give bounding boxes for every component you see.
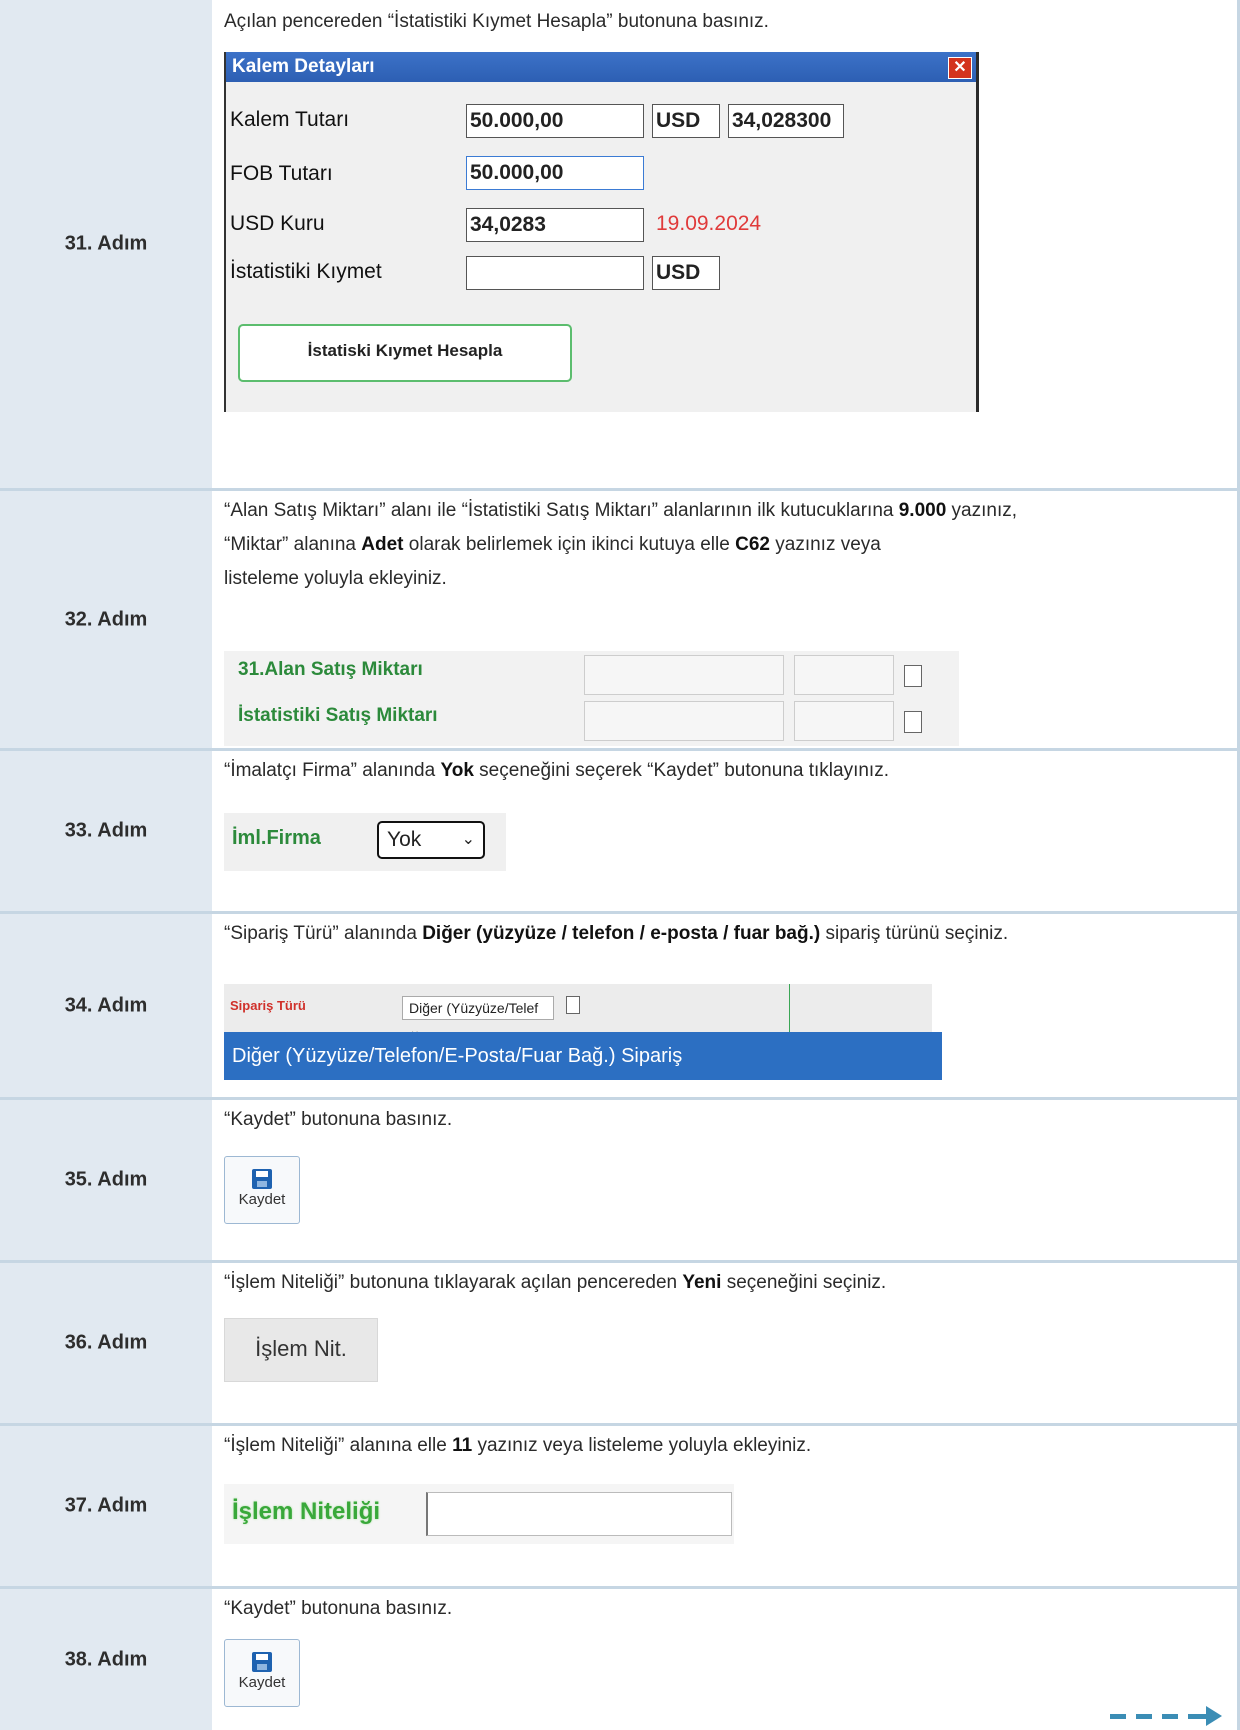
islem-niteligi-label: İşlem Niteliği [232, 1498, 381, 1525]
step-content: “Alan Satış Miktarı” alanı ile “İstatist… [214, 491, 1240, 748]
step-row-35: 35. Adım “Kaydet” butonuna basınız. Kayd… [0, 1100, 1240, 1263]
usd-date: 19.09.2024 [656, 212, 762, 235]
istatistiki-kiymet-label: İstatistiki Kıymet [230, 260, 382, 283]
step-label: 34. Adım [64, 994, 148, 1016]
step-label: 32. Adım [64, 608, 148, 630]
step-cell: 36. Adım [0, 1263, 212, 1423]
step-cell: 34. Adım [0, 914, 212, 1097]
document-icon[interactable] [904, 711, 922, 733]
fob-tutari-field[interactable]: 50.000,00 [466, 156, 644, 190]
step-cell: 33. Adım [0, 751, 212, 911]
step-label: 36. Adım [64, 1331, 148, 1354]
document-icon[interactable] [566, 996, 580, 1014]
instruction-text: “Sipariş Türü” alanında Diğer (yüzyüze /… [224, 923, 1009, 944]
alan-birim-field[interactable] [794, 655, 894, 695]
instruction-line-2: “Miktar” alanına Adet olarak belirlemek … [224, 534, 881, 555]
next-page-arrow-icon [1110, 1706, 1222, 1726]
instruction-text: Açılan pencereden “İstatistiki Kıymet He… [224, 11, 769, 32]
instruction-text: “İşlem Niteliği” alanına elle 11 yazınız… [224, 1435, 812, 1456]
divider [789, 984, 790, 1032]
step-content: “İşlem Niteliği” butonuna tıklayarak açı… [214, 1263, 1240, 1423]
instruction-line-1: “Alan Satış Miktarı” alanı ile “İstatist… [224, 500, 1018, 521]
kalem-currency-field[interactable]: USD [652, 104, 720, 138]
step-cell: 31. Adım [0, 0, 212, 488]
step-row-37: 37. Adım “İşlem Niteliği” alanına elle 1… [0, 1426, 1240, 1589]
iml-firma-label: İml.Firma [232, 827, 321, 849]
kaydet-button[interactable]: Kaydet [224, 1156, 300, 1224]
step-row-36: 36. Adım “İşlem Niteliği” butonuna tıkla… [0, 1263, 1240, 1426]
kalem-rate-field[interactable]: 34,028300 [728, 104, 844, 138]
step-row-33: 33. Adım “İmalatçı Firma” alanında Yok s… [0, 751, 1240, 914]
instruction-text: “Kaydet” butonuna basınız. [224, 1109, 453, 1130]
step-cell: 37. Adım [0, 1426, 212, 1586]
step-label: 35. Adım [64, 1168, 148, 1191]
instruction-line-3: listeleme yoluyla ekleyiniz. [224, 568, 447, 589]
step-content: “Sipariş Türü” alanında Diğer (yüzyüze /… [214, 914, 1240, 1097]
step-row-34: 34. Adım “Sipariş Türü” alanında Diğer (… [0, 914, 1240, 1100]
siparis-turu-label: Sipariş Türü [230, 998, 306, 1013]
satis-miktari-panel: 31.Alan Satış Miktarı İstatistiki Satış … [224, 651, 959, 746]
save-icon [252, 1169, 272, 1189]
window-title: Kalem Detayları [226, 52, 976, 82]
step-content: “İmalatçı Firma” alanında Yok seçeneğini… [214, 751, 1240, 911]
step-label: 31. Adım [64, 232, 148, 255]
step-cell: 38. Adım [0, 1589, 212, 1730]
save-icon [252, 1652, 272, 1672]
step-content: “Kaydet” butonuna basınız. Kaydet [214, 1589, 1240, 1730]
instruction-text: “Kaydet” butonuna basınız. [224, 1598, 453, 1619]
kalem-tutari-field[interactable]: 50.000,00 [466, 104, 644, 138]
step-content: “Kaydet” butonuna basınız. Kaydet [214, 1100, 1240, 1260]
istatistiki-birim-field[interactable] [794, 701, 894, 741]
siparis-option-selected[interactable]: Diğer (Yüzyüze/Telefon/E-Posta/Fuar Bağ.… [224, 1032, 942, 1080]
usd-kuru-field[interactable]: 34,0283 [466, 208, 644, 242]
instruction-text: “İşlem Niteliği” butonuna tıklayarak açı… [224, 1272, 887, 1293]
close-icon[interactable]: ✕ [948, 57, 972, 79]
step-content: Açılan pencereden “İstatistiki Kıymet He… [214, 0, 1240, 488]
document-icon[interactable] [904, 665, 922, 687]
alan-satis-miktari-label: 31.Alan Satış Miktarı [238, 659, 423, 680]
islem-niteligi-field[interactable] [426, 1492, 732, 1536]
step-label: 37. Adım [64, 1494, 148, 1517]
siparis-turu-select[interactable]: Diğer (Yüzyüze/Telef ⌄ [402, 996, 554, 1038]
step-label: 33. Adım [64, 819, 148, 842]
istatistiki-kiymet-hesapla-button[interactable]: İstatiski Kıymet Hesapla [238, 324, 572, 382]
step-cell: 32. Adım [0, 491, 212, 748]
step-cell: 35. Adım [0, 1100, 212, 1260]
step-label: 38. Adım [64, 1648, 148, 1670]
chevron-down-icon: ⌄ [461, 831, 475, 848]
instruction-text: “İmalatçı Firma” alanında Yok seçeneğini… [224, 760, 889, 781]
alan-miktar-field[interactable] [584, 655, 784, 695]
kalem-detaylari-window: Kalem Detayları ✕ Kalem Tutarı 50.000,00… [224, 52, 979, 412]
step-row-32: 32. Adım “Alan Satış Miktarı” alanı ile … [0, 491, 1240, 751]
iml-firma-select[interactable]: Yok ⌄ [377, 821, 485, 859]
usd-kuru-label: USD Kuru [230, 212, 325, 235]
kalem-tutari-label: Kalem Tutarı [230, 108, 350, 131]
istatistiki-satis-miktari-label: İstatistiki Satış Miktarı [238, 705, 438, 726]
siparis-panel: Sipariş Türü Diğer (Yüzyüze/Telef ⌄ [224, 984, 932, 1038]
islem-niteligi-panel: İşlem Niteliği [224, 1484, 734, 1544]
step-row-31: 31. Adım Açılan pencereden “İstatistiki … [0, 0, 1240, 491]
fob-tutari-label: FOB Tutarı [230, 162, 333, 185]
kaydet-button[interactable]: Kaydet [224, 1639, 300, 1707]
istatistiki-kiymet-field[interactable] [466, 256, 644, 290]
istatistiki-currency-field[interactable]: USD [652, 256, 720, 290]
step-content: “İşlem Niteliği” alanına elle 11 yazınız… [214, 1426, 1240, 1586]
istatistiki-miktar-field[interactable] [584, 701, 784, 741]
islem-nit-button[interactable]: İşlem Nit. [224, 1318, 378, 1382]
step-row-38: 38. Adım “Kaydet” butonuna basınız. Kayd… [0, 1589, 1240, 1730]
firma-panel: İml.Firma Yok ⌄ [224, 813, 506, 871]
